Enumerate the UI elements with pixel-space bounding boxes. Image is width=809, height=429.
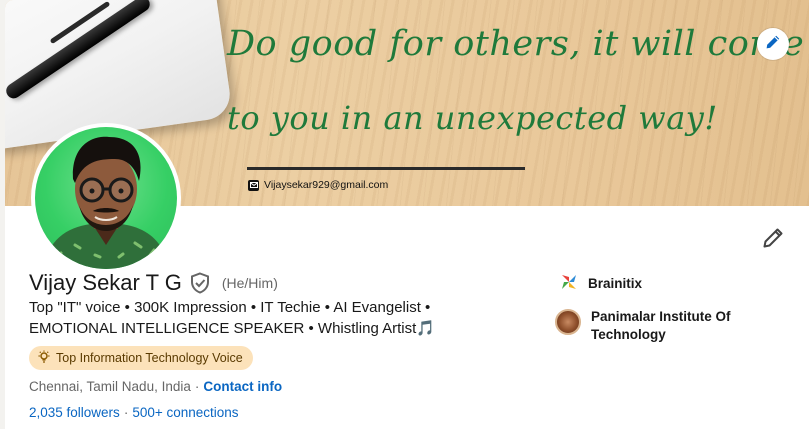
mail-icon: [248, 179, 259, 191]
profile-pronouns: (He/Him): [221, 275, 278, 291]
pencil-icon: [762, 227, 784, 254]
avatar-photo: [35, 127, 177, 269]
shield-check-icon[interactable]: [190, 272, 210, 294]
organization-brainitix[interactable]: Brainitix: [560, 273, 642, 294]
banner-divider: [247, 167, 525, 170]
banner-email: Vijaysekar929@gmail.com: [248, 179, 388, 191]
profile-card: Do good for others, it will come back to…: [5, 0, 809, 429]
organization-name: Panimalar Institute Of Technology: [591, 309, 731, 342]
location-separator: ·: [194, 379, 200, 394]
pencil-icon: [765, 34, 781, 55]
profile-location: Chennai, Tamil Nadu, India: [29, 379, 191, 394]
edit-banner-button[interactable]: [757, 28, 789, 60]
banner-quote-line1: Do good for others, it will come back: [227, 24, 809, 64]
top-voice-badge-label: Top Information Technology Voice: [56, 351, 243, 365]
college-logo-icon: [555, 309, 581, 335]
avatar-portrait-graphic: [43, 136, 169, 269]
music-note-icon: 🎵: [416, 320, 435, 337]
connections-link[interactable]: 500+ connections: [132, 405, 238, 420]
stats-separator: ·: [123, 405, 129, 420]
profile-headline: Top "IT" voice • 300K Impression • IT Te…: [29, 297, 499, 339]
organization-panimalar[interactable]: Panimalar Institute Of Technology: [555, 308, 751, 344]
followers-link[interactable]: 2,035 followers: [29, 405, 120, 420]
profile-name-row: Vijay Sekar T G (He/Him): [29, 270, 278, 296]
brainitix-logo-icon: [560, 273, 578, 294]
profile-name: Vijay Sekar T G: [29, 270, 182, 295]
profile-headline-text: Top "IT" voice • 300K Impression • IT Te…: [29, 299, 431, 337]
profile-location-row: Chennai, Tamil Nadu, India · Contact inf…: [29, 379, 282, 394]
banner-quote-line2: to you in an unexpected way!: [227, 99, 718, 137]
organization-name: Brainitix: [588, 276, 643, 291]
banner-email-text: Vijaysekar929@gmail.com: [264, 179, 389, 191]
contact-info-link[interactable]: Contact info: [203, 379, 282, 394]
avatar[interactable]: [31, 123, 181, 273]
top-voice-badge[interactable]: Top Information Technology Voice: [29, 346, 253, 370]
lightbulb-icon: [37, 350, 51, 367]
edit-intro-button[interactable]: [760, 227, 786, 253]
profile-stats-row: 2,035 followers · 500+ connections: [29, 405, 239, 420]
